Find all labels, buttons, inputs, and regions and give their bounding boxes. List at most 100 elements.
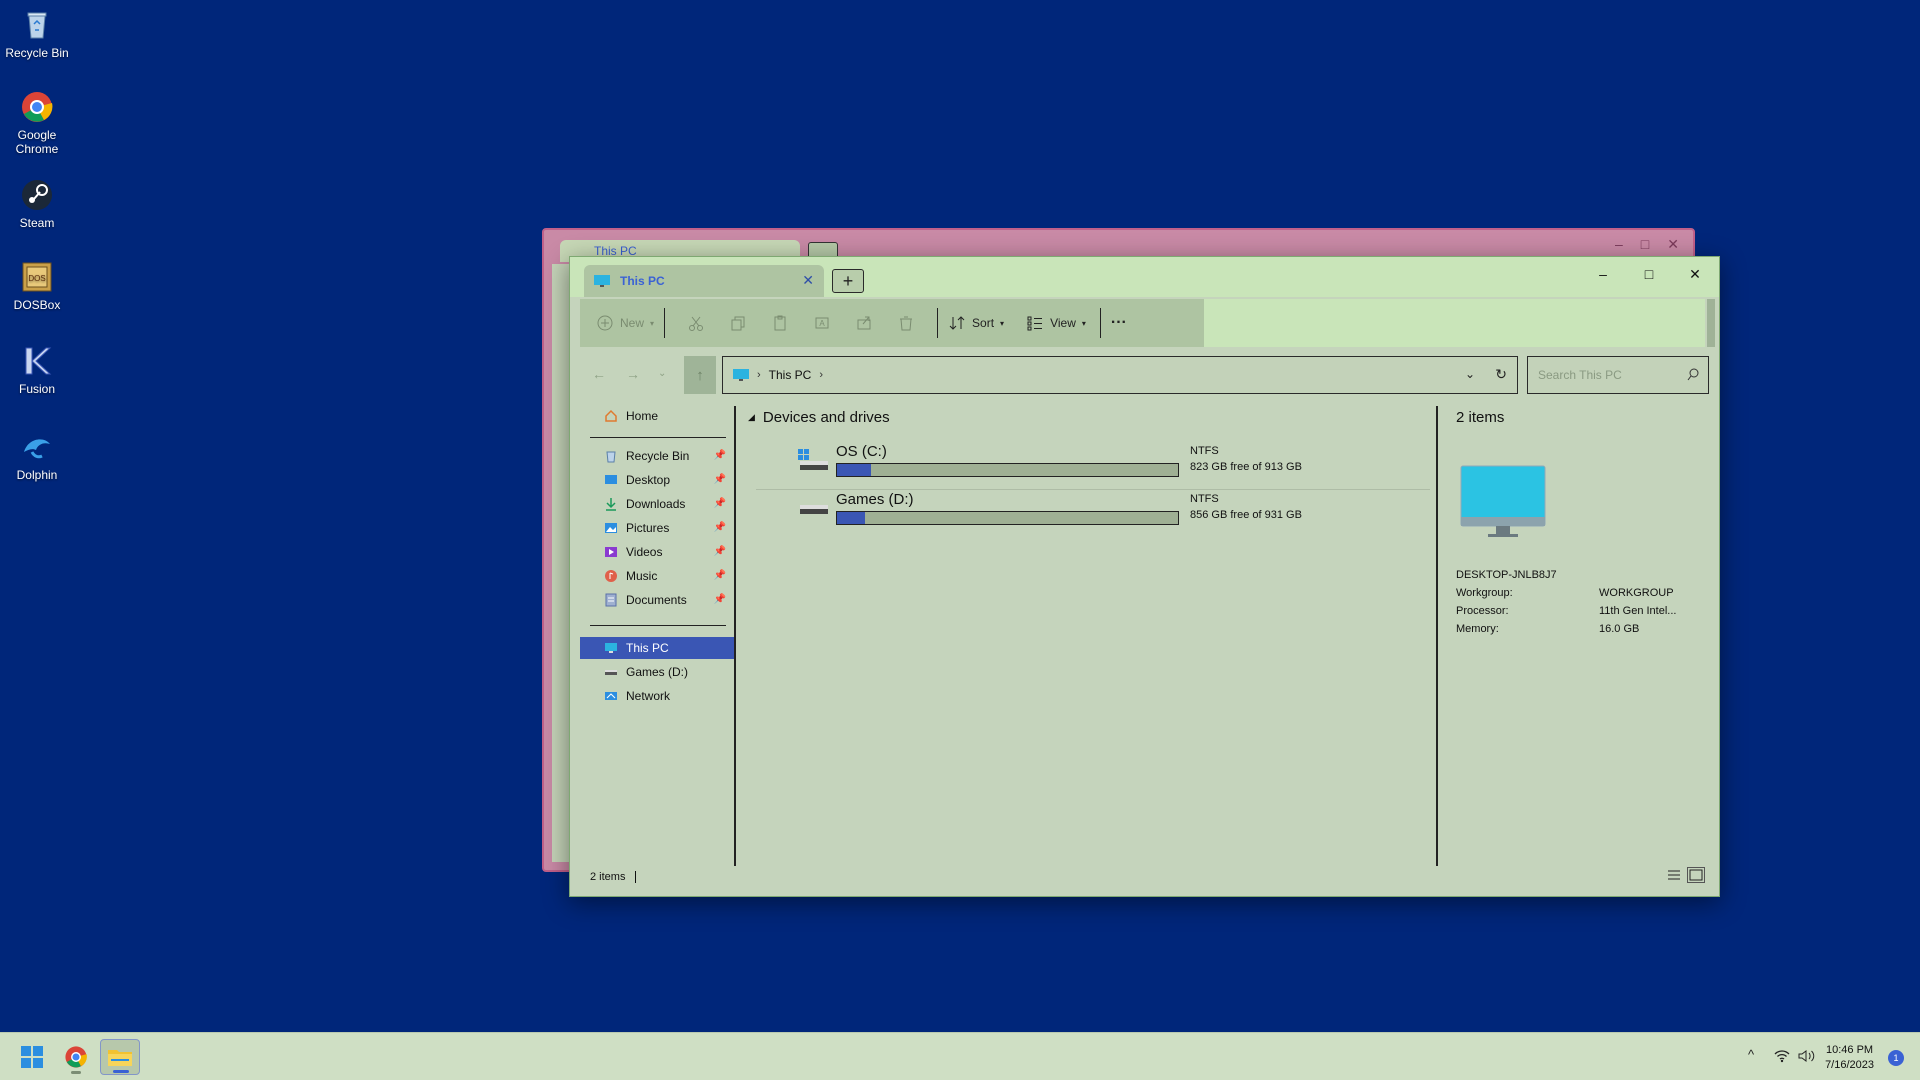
scissors-icon: [689, 316, 704, 331]
details-pane-splitter[interactable]: [1436, 406, 1438, 866]
title-bar[interactable]: This PC ✕ + – □ ✕: [570, 257, 1719, 297]
back-arrow-icon[interactable]: ←: [592, 366, 606, 382]
pin-icon[interactable]: 📌: [714, 474, 726, 485]
pin-icon[interactable]: 📌: [714, 570, 726, 581]
group-title: Devices and drives: [762, 409, 890, 426]
wifi-icon[interactable]: [1774, 1049, 1790, 1063]
desktop-icon-recycle-bin[interactable]: Recycle Bin: [4, 8, 70, 60]
network-icon: [604, 689, 618, 703]
up-arrow-button[interactable]: ↑: [684, 356, 716, 394]
cut-button[interactable]: [687, 308, 705, 338]
breadcrumb-chevron-icon[interactable]: ›: [757, 369, 761, 381]
forward-arrow-icon[interactable]: →: [626, 366, 640, 382]
sidebar-item-this-pc[interactable]: This PC: [580, 637, 734, 659]
maximize-icon[interactable]: □: [1641, 236, 1649, 253]
sidebar-item-label: This PC: [626, 641, 669, 655]
folder-icon: [108, 1050, 132, 1066]
desktop-icon-fusion[interactable]: Fusion: [4, 344, 70, 396]
view-button[interactable]: View ▾: [1026, 308, 1086, 338]
sidebar-item-games-d[interactable]: Games (D:): [580, 661, 734, 683]
desktop-icon-chrome[interactable]: Google Chrome: [4, 90, 70, 156]
sidebar-item-downloads[interactable]: Downloads 📌: [580, 493, 734, 515]
sidebar-item-recycle-bin[interactable]: Recycle Bin 📌: [580, 445, 734, 467]
up-arrow-icon: ↑: [696, 366, 704, 384]
new-tab-button[interactable]: +: [832, 269, 864, 293]
address-bar[interactable]: › This PC › ⌄ ↻: [722, 356, 1518, 394]
delete-button[interactable]: [897, 308, 915, 338]
breadcrumb-chevron-icon[interactable]: ›: [819, 369, 823, 381]
clock[interactable]: 10:46 PM 7/16/2023: [1825, 1043, 1874, 1073]
notification-badge[interactable]: 1: [1888, 1050, 1904, 1066]
sidebar-item-desktop[interactable]: Desktop 📌: [580, 469, 734, 491]
pane-splitter[interactable]: [734, 406, 736, 866]
drive-free-space: 856 GB free of 931 GB: [1190, 509, 1302, 521]
minimize-button[interactable]: –: [1583, 263, 1623, 285]
command-bar-scrollbar[interactable]: [1707, 299, 1715, 347]
sidebar-item-home[interactable]: Home: [580, 405, 734, 427]
sidebar-item-label: Desktop: [626, 473, 671, 487]
search-input[interactable]: [1538, 368, 1678, 382]
desktop-icon-steam[interactable]: Steam: [4, 178, 70, 230]
search-icon[interactable]: [1687, 368, 1699, 382]
drive-item-c[interactable]: OS (C:) NTFS 823 GB free of 913 GB: [798, 443, 1418, 483]
tab-this-pc[interactable]: This PC ✕: [584, 265, 824, 297]
rename-button[interactable]: A: [813, 308, 831, 338]
drive-name: Games (D:): [836, 491, 914, 508]
pin-icon[interactable]: 📌: [714, 522, 726, 533]
sidebar-item-videos[interactable]: Videos 📌: [580, 541, 734, 563]
pin-icon[interactable]: 📌: [714, 450, 726, 461]
chevron-up-icon[interactable]: ^: [1748, 1047, 1754, 1062]
desktop-icon-dosbox[interactable]: DOS DOSBox: [4, 260, 70, 312]
chevron-down-icon: ▾: [1081, 318, 1086, 328]
sidebar-item-pictures[interactable]: Pictures 📌: [580, 517, 734, 539]
pin-icon[interactable]: 📌: [714, 546, 726, 557]
refresh-icon[interactable]: ↻: [1495, 366, 1507, 383]
drive-usage-fill: [837, 464, 871, 476]
status-divider: [635, 871, 637, 883]
minimize-icon[interactable]: –: [1615, 236, 1623, 253]
search-box[interactable]: [1527, 356, 1709, 394]
start-button[interactable]: [12, 1039, 52, 1075]
volume-icon[interactable]: [1798, 1049, 1816, 1063]
group-header-devices-and-drives[interactable]: ◢ Devices and drives: [748, 409, 890, 426]
close-button[interactable]: ✕: [1675, 263, 1715, 285]
drive-item-d[interactable]: Games (D:) NTFS 856 GB free of 931 GB: [798, 491, 1418, 531]
taskbar-file-explorer[interactable]: [100, 1039, 140, 1075]
desktop-icon: [604, 473, 618, 487]
dosbox-icon: DOS: [20, 260, 54, 294]
close-icon[interactable]: ✕: [1667, 236, 1679, 253]
chrome-icon: [20, 90, 54, 124]
tab-close-icon[interactable]: ✕: [802, 272, 814, 289]
dolphin-icon: [20, 430, 54, 464]
tiles-view-button[interactable]: [1687, 867, 1705, 883]
paste-button[interactable]: [771, 308, 789, 338]
desktop-icon-label: Dolphin: [16, 468, 58, 482]
details-view-button[interactable]: [1665, 867, 1683, 883]
drive-icon: [800, 505, 828, 514]
new-button[interactable]: New ▾: [596, 308, 654, 338]
sidebar-item-network[interactable]: Network: [580, 685, 734, 707]
pin-icon[interactable]: 📌: [714, 594, 726, 605]
chrome-icon: [65, 1046, 87, 1068]
taskbar-chrome[interactable]: [56, 1039, 96, 1075]
drive-usage-bar: [836, 511, 1179, 525]
recent-locations-chevron-icon[interactable]: ⌄: [658, 368, 666, 379]
maximize-button[interactable]: □: [1629, 263, 1669, 285]
desktop-icon-dolphin[interactable]: Dolphin: [4, 430, 70, 482]
sidebar-item-music[interactable]: Music 📌: [580, 565, 734, 587]
sidebar-item-label: Pictures: [626, 521, 670, 535]
sidebar-item-label: Recycle Bin: [626, 449, 690, 463]
sort-button[interactable]: Sort ▾: [948, 308, 1004, 338]
address-dropdown-icon[interactable]: ⌄: [1465, 367, 1475, 381]
toolbar-divider: [1099, 308, 1101, 338]
sidebar-item-label: Documents: [626, 593, 687, 607]
breadcrumb-this-pc[interactable]: This PC: [769, 368, 812, 382]
copy-button[interactable]: [729, 308, 747, 338]
sidebar-item-documents[interactable]: Documents 📌: [580, 589, 734, 611]
collapse-triangle-icon[interactable]: ◢: [748, 412, 755, 423]
share-button[interactable]: [855, 308, 873, 338]
pin-icon[interactable]: 📌: [714, 498, 726, 509]
computer-monitor-icon: [1460, 465, 1546, 537]
view-toggle-group: [1665, 867, 1705, 883]
more-options-button[interactable]: ···: [1111, 308, 1127, 338]
